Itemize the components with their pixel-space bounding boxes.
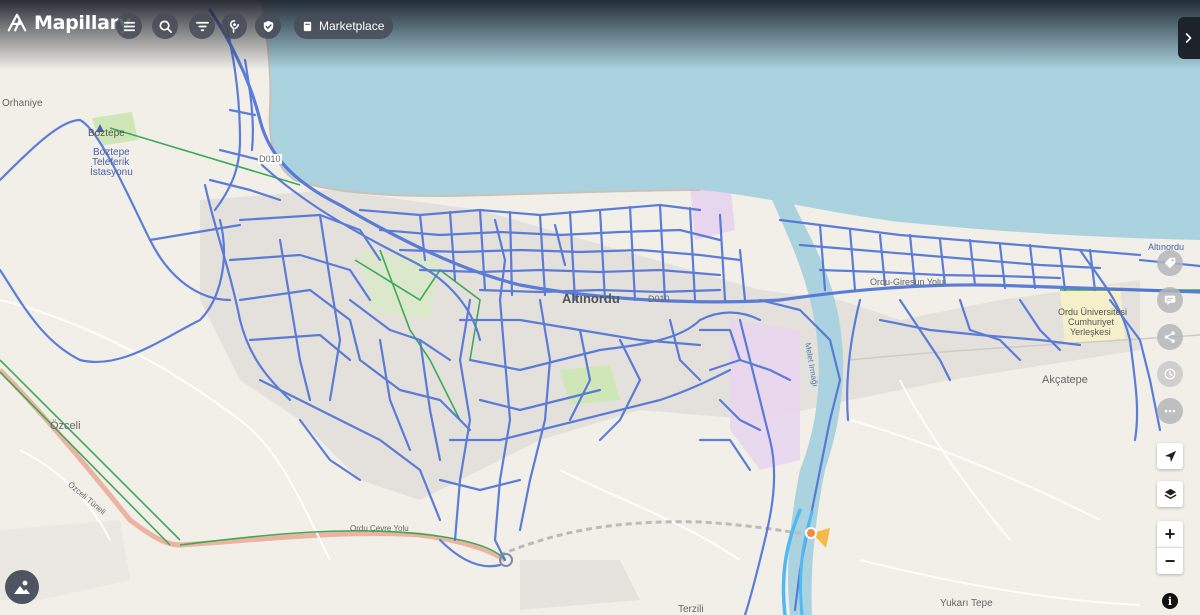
poi-label-university-3: Yerleşkesi xyxy=(1070,327,1111,337)
search-icon xyxy=(159,20,172,33)
marketplace-icon xyxy=(303,21,312,31)
layers-icon xyxy=(1163,488,1177,499)
mapillary-logo[interactable]: Mapillary xyxy=(6,12,131,34)
place-label-ozceli: Özceli xyxy=(50,420,81,432)
mapillary-logo-icon xyxy=(7,13,27,32)
tag-button[interactable] xyxy=(1157,250,1183,276)
more-button[interactable] xyxy=(1157,398,1183,424)
search-button[interactable] xyxy=(152,13,178,39)
marketplace-label: Marketplace xyxy=(319,19,385,33)
road-shield-d010: D010 xyxy=(258,154,282,164)
verified-shield-icon xyxy=(263,20,273,32)
place-label-city: Altınordu xyxy=(562,291,620,306)
map-feature-icon xyxy=(229,19,239,33)
place-label-terzili: Terzili xyxy=(678,604,704,615)
place-label-akcatepe: Akçatepe xyxy=(1042,374,1088,386)
history-button[interactable] xyxy=(1157,361,1183,387)
poi-label-university-2: Cumhuriyet xyxy=(1068,317,1115,327)
share-button[interactable] xyxy=(1157,324,1183,350)
map-features-button[interactable] xyxy=(221,13,247,39)
filter-button[interactable] xyxy=(189,13,215,39)
marketplace-button[interactable]: Marketplace xyxy=(294,13,394,39)
share-icon xyxy=(1164,331,1175,343)
menu-button[interactable] xyxy=(116,13,142,39)
expand-panel-button[interactable] xyxy=(1178,17,1200,59)
locate-arrow-icon xyxy=(1164,450,1176,462)
comment-icon xyxy=(1164,295,1176,306)
history-clock-icon xyxy=(1164,368,1176,380)
user-profile-icon xyxy=(14,580,30,594)
comment-button[interactable] xyxy=(1157,287,1183,313)
zoom-out-button[interactable]: − xyxy=(1157,547,1183,574)
road-shield-d010-b: D010 xyxy=(648,294,670,304)
chevron-right-icon xyxy=(1185,33,1192,43)
locate-button[interactable] xyxy=(1157,443,1183,469)
poi-label-university-1: Ordu Üniversitesi xyxy=(1058,307,1128,317)
hamburger-menu-icon xyxy=(123,21,135,31)
filter-icon xyxy=(195,21,209,31)
road-label-cevre-yolu: Ordu Çevre Yolu xyxy=(350,524,409,533)
more-dots-icon xyxy=(1164,409,1176,413)
map-canvas[interactable] xyxy=(0,0,1200,615)
station-label-line3: İstasyonu xyxy=(90,167,133,178)
layers-button[interactable] xyxy=(1157,481,1183,507)
user-avatar-button[interactable] xyxy=(5,570,39,604)
verify-button[interactable] xyxy=(255,13,281,39)
zoom-in-button[interactable]: + xyxy=(1157,521,1183,547)
attribution-info-button[interactable]: i xyxy=(1162,593,1178,609)
tag-icon xyxy=(1164,257,1176,269)
place-label-yukari-tepe: Yukarı Tepe xyxy=(940,598,993,609)
place-label-orhaniye: Orhaniye xyxy=(2,98,43,109)
selected-image-marker[interactable] xyxy=(805,527,817,539)
road-label-ordu-giresun: Ordu-Giresun Yolu xyxy=(870,277,945,287)
place-label-boztepe: Boztepe xyxy=(88,128,125,139)
